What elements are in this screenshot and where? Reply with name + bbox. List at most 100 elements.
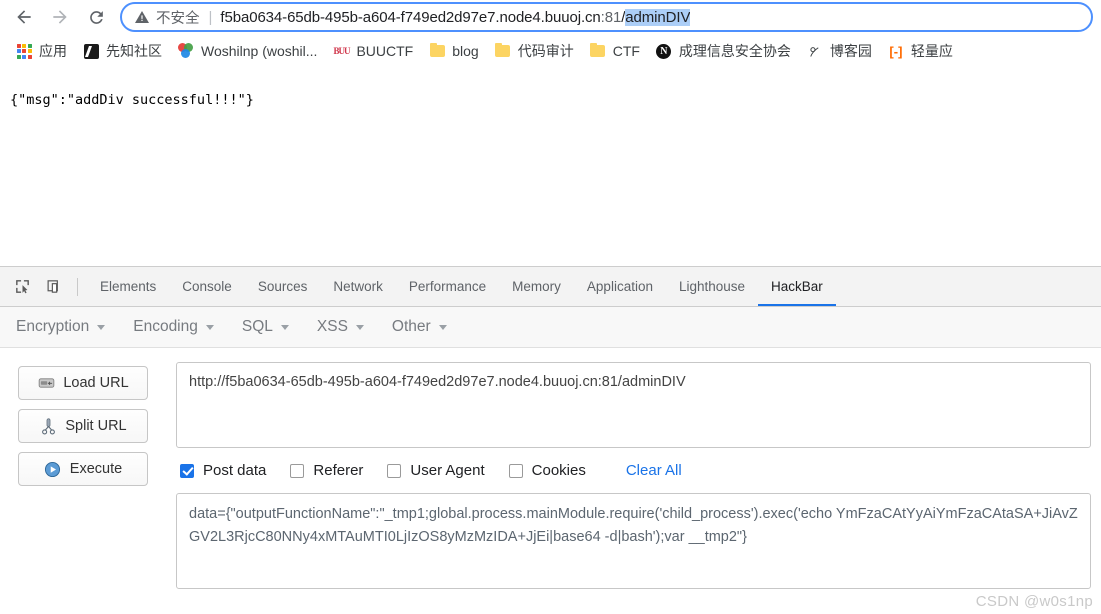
bookmark-label: 应用 xyxy=(39,43,67,59)
bookmark-label: 代码审计 xyxy=(517,43,574,59)
tab-hackbar[interactable]: HackBar xyxy=(758,267,836,306)
hackbar-body: Load URL Split URL Execute http://f5ba06… xyxy=(0,348,1101,589)
hackbar-menubar: Encryption Encoding SQL XSS Other xyxy=(0,307,1101,348)
menu-sql[interactable]: SQL xyxy=(242,318,289,336)
bookmark-buuctf[interactable]: BUU BUUCTF xyxy=(325,38,421,64)
bookmark-blog[interactable]: blog xyxy=(421,38,486,64)
tab-network[interactable]: Network xyxy=(320,267,396,306)
menu-label: XSS xyxy=(316,318,348,335)
colored-dots-icon xyxy=(178,43,194,59)
split-url-button[interactable]: Split URL xyxy=(18,409,148,443)
bookmark-apps[interactable]: 应用 xyxy=(8,38,75,64)
xianzhi-logo-icon xyxy=(83,43,99,59)
tab-lighthouse[interactable]: Lighthouse xyxy=(666,267,758,306)
chevron-down-icon xyxy=(280,324,289,330)
menu-label: Other xyxy=(391,318,431,335)
browser-toolbar: 不安全 | f5ba0634-65db-495b-a604-f749ed2d97… xyxy=(0,0,1101,34)
menu-other[interactable]: Other xyxy=(392,318,447,336)
url-text[interactable]: f5ba0634-65db-495b-a604-f749ed2d97e7.nod… xyxy=(220,8,691,26)
post-data-input[interactable]: data={"outputFunctionName":"_tmp1;global… xyxy=(176,493,1091,589)
chevron-down-icon xyxy=(97,324,106,330)
folder-icon xyxy=(590,42,606,59)
bookmark-label: 先知社区 xyxy=(106,43,162,59)
execute-button[interactable]: Execute xyxy=(18,452,148,486)
bookmark-label: blog xyxy=(452,43,479,59)
folder-icon xyxy=(429,42,445,59)
tab-console[interactable]: Console xyxy=(169,267,245,306)
tab-performance[interactable]: Performance xyxy=(396,267,499,306)
scissors-icon xyxy=(39,417,57,435)
device-toolbar-icon[interactable] xyxy=(39,273,69,301)
menu-encoding[interactable]: Encoding xyxy=(133,318,214,336)
bracket-orange-icon: [-] xyxy=(889,43,903,59)
security-status-label: 不安全 xyxy=(156,10,200,27)
menu-label: SQL xyxy=(241,318,273,335)
bookmark-chengli-security[interactable]: N 成理信息安全协会 xyxy=(648,38,799,64)
user-agent-checkbox[interactable] xyxy=(387,463,402,478)
devtools-tabbar: Elements Console Sources Network Perform… xyxy=(0,267,1101,307)
url-selected-text: adminDIV xyxy=(625,8,691,26)
menu-xss[interactable]: XSS xyxy=(317,318,364,336)
bookmark-label: 博客园 xyxy=(829,43,872,59)
option-user-agent[interactable]: User Agent xyxy=(387,462,485,479)
forward-button[interactable] xyxy=(42,2,78,32)
hackbar-action-buttons: Load URL Split URL Execute xyxy=(18,362,148,589)
bookmark-ctf[interactable]: CTF xyxy=(582,38,648,64)
clear-all-link[interactable]: Clear All xyxy=(626,462,682,479)
hackbar-panel: Encryption Encoding SQL XSS Other Load U… xyxy=(0,307,1101,614)
n-circle-icon: N xyxy=(656,43,672,59)
bookmark-woshilnp[interactable]: Woshilnp (woshil... xyxy=(170,38,325,64)
option-post-data[interactable]: Post data xyxy=(180,462,266,479)
referer-checkbox[interactable] xyxy=(290,463,305,478)
inspect-element-icon[interactable] xyxy=(7,273,37,301)
load-url-button[interactable]: Load URL xyxy=(18,366,148,400)
menu-label: Encoding xyxy=(133,318,198,335)
bookmark-label: 成理信息安全协会 xyxy=(678,43,791,59)
chevron-down-icon xyxy=(438,324,447,330)
url-host: f5ba0634-65db-495b-a604-f749ed2d97e7.nod… xyxy=(220,8,601,26)
devtools-panel: Elements Console Sources Network Perform… xyxy=(0,266,1101,614)
bookmark-xianzhi[interactable]: 先知社区 xyxy=(75,38,170,64)
bookmark-code-audit[interactable]: 代码审计 xyxy=(487,38,582,64)
address-bar[interactable]: 不安全 | f5ba0634-65db-495b-a604-f749ed2d97… xyxy=(120,2,1093,32)
bookmark-qingliang[interactable]: [-] 轻量应 xyxy=(880,38,961,64)
play-icon xyxy=(44,460,62,478)
omnibox-separator: | xyxy=(208,8,213,26)
buuctf-logo-icon: BUU xyxy=(333,45,350,56)
tab-sources[interactable]: Sources xyxy=(245,267,321,306)
back-button[interactable] xyxy=(6,2,42,32)
chevron-down-icon xyxy=(205,324,214,330)
button-label: Split URL xyxy=(65,418,127,434)
toolbar-divider xyxy=(77,277,78,296)
menu-label: Encryption xyxy=(16,318,90,335)
option-label: Referer xyxy=(313,462,364,479)
option-label: Post data xyxy=(203,462,267,479)
option-label: User Agent xyxy=(410,462,485,479)
reload-button[interactable] xyxy=(78,2,114,32)
json-response-text: {"msg":"addDiv successful!!!"} xyxy=(10,92,254,108)
tab-elements[interactable]: Elements xyxy=(87,267,169,306)
bookmark-label: CTF xyxy=(612,43,640,59)
option-cookies[interactable]: Cookies xyxy=(508,462,586,479)
tab-memory[interactable]: Memory xyxy=(499,267,574,306)
apps-grid-icon xyxy=(16,43,32,59)
load-url-icon xyxy=(37,374,55,392)
url-port: :81 xyxy=(600,8,622,26)
option-referer[interactable]: Referer xyxy=(290,462,363,479)
bookmark-label: BUUCTF xyxy=(356,43,414,59)
button-label: Execute xyxy=(69,461,123,477)
bookmark-label: 轻量应 xyxy=(910,43,953,59)
bookmark-cnblogs[interactable]: 博客园 xyxy=(799,38,880,64)
hackbar-options-row: Post data Referer User Agent Cookies Cle… xyxy=(176,462,1091,479)
cnblogs-icon xyxy=(807,43,823,59)
tab-application[interactable]: Application xyxy=(574,267,666,306)
chevron-down-icon xyxy=(355,324,364,330)
hackbar-fields: http://f5ba0634-65db-495b-a604-f749ed2d9… xyxy=(176,362,1091,589)
cookies-checkbox[interactable] xyxy=(508,463,523,478)
folder-icon xyxy=(495,42,511,59)
option-label: Cookies xyxy=(531,462,586,479)
bookmarks-bar: 应用 先知社区 Woshilnp (woshil... BUU BUUCTF b… xyxy=(0,34,1101,68)
post-data-checkbox[interactable] xyxy=(180,463,194,478)
menu-encryption[interactable]: Encryption xyxy=(16,318,106,336)
url-input[interactable]: http://f5ba0634-65db-495b-a604-f749ed2d9… xyxy=(176,362,1091,448)
